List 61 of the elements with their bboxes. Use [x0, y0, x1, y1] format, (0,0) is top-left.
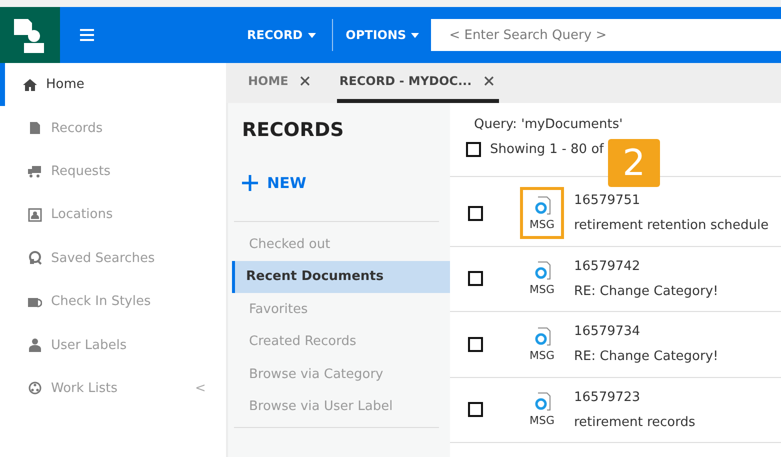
sidebar-label: Check In Styles [51, 294, 151, 310]
sidebar-label: Locations [51, 207, 113, 222]
panel-list-item[interactable]: Favorites [232, 293, 450, 326]
record-title[interactable]: retirement records [574, 414, 696, 430]
menu-dropdown[interactable]: RECORD [234, 28, 328, 42]
select-all-checkbox[interactable] [466, 142, 481, 157]
result-count: Showing 1 - 80 of [490, 142, 604, 157]
sidebar-label: Work Lists [51, 380, 118, 396]
record-number: 16579742 [574, 258, 642, 274]
tab[interactable]: HOME [246, 63, 316, 103]
collapse-arrow[interactable]: < [195, 380, 206, 396]
new-button[interactable]: NEW [228, 173, 320, 193]
record-number: 16579734 [574, 324, 642, 340]
person-card-icon [28, 208, 42, 222]
query-text: Query: 'myDocuments' [473, 116, 624, 132]
truck-icon [28, 164, 42, 178]
sidebar-label: User Labels [51, 338, 127, 353]
close-icon[interactable] [484, 76, 494, 86]
record-title[interactable]: RE: Change Category! [574, 349, 718, 364]
row-checkbox[interactable] [468, 206, 483, 221]
sidebar-label: Home [46, 77, 84, 92]
panel-list-item[interactable]: Created Records [232, 326, 450, 358]
document-icon [28, 121, 42, 136]
close-icon[interactable] [300, 76, 310, 86]
sidebar-item[interactable]: User Labels [0, 323, 226, 367]
search-field[interactable]: < Enter Search Query > [431, 19, 781, 51]
sidebar-item[interactable]: Work Lists < [0, 366, 226, 410]
sidebar-item[interactable]: Records [0, 106, 226, 150]
file-type: MSG [530, 414, 554, 428]
row-checkbox[interactable] [468, 402, 483, 418]
panel-title: RECORDS [241, 118, 345, 141]
home-icon [23, 78, 37, 92]
sidebar-item[interactable]: Saved Searches [0, 236, 226, 280]
sidebar-item[interactable]: Locations [0, 193, 226, 237]
sidebar-label: Requests [51, 164, 111, 179]
panel-list-item[interactable]: Recent Documents [232, 260, 450, 293]
sidebar-item[interactable]: Check In Styles [0, 280, 226, 324]
plus-icon [242, 175, 258, 191]
file-type: MSG [530, 348, 554, 362]
panel-list-item[interactable]: Checked out [232, 228, 450, 260]
record-title[interactable]: retirement retention schedule [574, 218, 769, 234]
menu-icon[interactable] [80, 29, 94, 41]
callout-badge: 2 [608, 139, 660, 187]
sidebar-label: Records [51, 120, 103, 136]
menu-dropdown[interactable]: OPTIONS [332, 28, 432, 42]
record-title[interactable]: RE: Change Category! [574, 284, 718, 299]
panel-list-item[interactable]: Browse via User Label [232, 390, 450, 423]
sidebar-label: Saved Searches [51, 250, 155, 266]
record-number: 16579751 [574, 193, 642, 208]
caret-icon [411, 32, 420, 38]
caret-icon [308, 32, 316, 38]
record-number: 16579723 [574, 390, 642, 405]
file-type: MSG [530, 283, 554, 296]
sidebar-item[interactable]: Requests [0, 150, 226, 194]
cycle-icon [28, 381, 42, 396]
panel-list-item[interactable]: Browse via Category [232, 358, 450, 390]
row-checkbox[interactable] [468, 336, 483, 352]
person-icon [28, 338, 42, 352]
search-icon [28, 251, 42, 266]
file-type: MSG [530, 218, 554, 231]
row-checkbox[interactable] [468, 271, 483, 286]
